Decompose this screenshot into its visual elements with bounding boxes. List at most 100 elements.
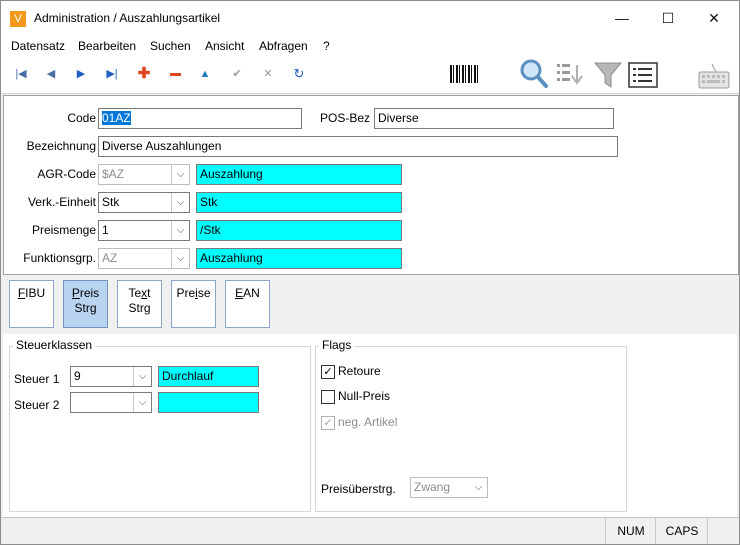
preismenge-label: Preismenge [31, 223, 96, 237]
verk-einheit-select[interactable]: Stk ⌵ [98, 192, 190, 213]
verk-einheit-label: Verk.-Einheit [27, 195, 96, 209]
agr-code-description: Auszahlung [196, 164, 402, 185]
tab-preis-strg-key: P [71, 286, 80, 300]
bezeichnung-label: Bezeichnung [26, 139, 96, 153]
tab-preise-pre: Pre [176, 286, 196, 300]
null-preis-checkbox[interactable] [321, 390, 335, 404]
menu-ansicht[interactable]: Ansicht [205, 39, 244, 53]
chevron-down-icon: ⌵ [133, 367, 151, 386]
tab-preis-strg-label: reis [79, 286, 100, 300]
save-record-icon[interactable]: ✔ [227, 65, 247, 83]
title-bar: V Administration / Auszahlungsartikel — … [1, 1, 739, 35]
agr-code-label: AGR-Code [37, 167, 96, 181]
toolbar: |◀ ◀ ▶ ▶| ✚ ▲ ✔ ✕ ↻ [1, 57, 739, 94]
barcode-icon[interactable] [450, 65, 480, 83]
steuer1-value: 9 [74, 369, 81, 383]
menu-bar: Datensatz Bearbeiten Suchen Ansicht Abfr… [1, 35, 739, 57]
sort-icon[interactable] [555, 61, 589, 89]
close-button[interactable]: ✕ [691, 3, 737, 33]
steuerklassen-title: Steuerklassen [13, 338, 96, 352]
menu-bearbeiten[interactable]: Bearbeiten [78, 39, 136, 53]
tab-text-strg-pre: Te [128, 286, 142, 300]
keyboard-icon[interactable] [698, 63, 730, 89]
steuer1-label: Steuer 1 [14, 372, 60, 386]
tab-ean-label: AN [243, 286, 260, 300]
neg-artikel-label: neg. Artikel [338, 415, 398, 429]
chevron-down-icon: ⌵ [474, 482, 483, 493]
agr-code-select[interactable]: $AZ ⌵ [98, 164, 190, 185]
cancel-record-icon[interactable]: ✕ [258, 65, 278, 83]
tab-text-strg-label: t [147, 286, 151, 300]
list-view-icon[interactable] [628, 62, 658, 88]
caps-lock-indicator: CAPS [655, 518, 708, 544]
num-lock-indicator: NUM [605, 518, 656, 544]
posbez-input[interactable]: Diverse [374, 108, 614, 129]
preisueberstrg-label: Preisüberstrg. [321, 482, 396, 496]
preismenge-value: 1 [102, 223, 109, 237]
retoure-checkbox[interactable]: ✓ [321, 365, 335, 379]
chevron-down-icon: ⌵ [133, 393, 151, 412]
menu-datensatz[interactable]: Datensatz [11, 39, 65, 53]
tab-preis-strg-line2: Strg [74, 301, 97, 315]
tab-text-strg[interactable]: Text Strg [117, 280, 162, 328]
first-record-icon[interactable]: |◀ [11, 65, 31, 83]
menu-suchen[interactable]: Suchen [150, 39, 191, 53]
search-icon[interactable] [519, 58, 549, 90]
add-record-icon[interactable]: ✚ [134, 65, 154, 83]
tab-ean-key: E [235, 286, 244, 300]
code-label: Code [67, 111, 96, 125]
chevron-down-icon: ⌵ [171, 221, 189, 240]
verk-einheit-description: Stk [196, 192, 402, 213]
verk-einheit-value: Stk [102, 195, 120, 209]
article-form: Code 01AZ POS-Bez Diverse Bezeichnung Di… [3, 95, 739, 275]
null-preis-label: Null-Preis [338, 389, 391, 403]
funktionsgrp-select[interactable]: AZ ⌵ [98, 248, 190, 269]
tab-fibu[interactable]: FIBU [9, 280, 54, 328]
agr-code-value: $AZ [102, 167, 125, 181]
steuer2-description [158, 392, 259, 413]
minimize-button[interactable]: — [599, 3, 645, 33]
next-record-icon[interactable]: ▶ [71, 65, 91, 83]
tab-preis-strg[interactable]: Preis Strg [63, 280, 108, 328]
status-empty-pane [707, 518, 739, 544]
chevron-down-icon: ⌵ [171, 249, 189, 268]
preisueberstrg-select[interactable]: Zwang ⌵ [410, 477, 488, 498]
application-window: V Administration / Auszahlungsartikel — … [0, 0, 740, 545]
chevron-down-icon: ⌵ [171, 193, 189, 212]
funktionsgrp-value: AZ [102, 251, 118, 265]
menu-abfragen[interactable]: Abfragen [259, 39, 308, 53]
funktionsgrp-description: Auszahlung [196, 248, 402, 269]
maximize-button[interactable]: ☐ [645, 3, 691, 33]
delete-record-icon[interactable] [165, 65, 185, 83]
chevron-down-icon: ⌵ [171, 165, 189, 184]
neg-artikel-checkbox[interactable]: ✓ [321, 416, 335, 430]
filter-icon[interactable] [593, 61, 623, 89]
posbez-label: POS-Bez [319, 111, 370, 125]
steuer2-label: Steuer 2 [14, 398, 60, 412]
refresh-icon[interactable]: ↻ [289, 65, 309, 83]
tab-text-strg-line2: Strg [128, 301, 151, 315]
status-bar: NUM CAPS [1, 517, 739, 544]
previous-record-icon[interactable]: ◀ [41, 65, 61, 83]
steuer2-select[interactable]: ⌵ [70, 392, 152, 413]
preis-strg-panel: Steuerklassen Steuer 1 9 ⌵ Durchlauf Ste… [3, 334, 737, 517]
funktionsgrp-label: Funktionsgrp. [23, 251, 96, 265]
retoure-label: Retoure [338, 364, 381, 378]
last-record-icon[interactable]: ▶| [102, 65, 122, 83]
code-input[interactable]: 01AZ [98, 108, 302, 129]
steuer1-description: Durchlauf [158, 366, 259, 387]
tab-fibu-label: IBU [25, 286, 46, 300]
preisueberstrg-value: Zwang [414, 480, 451, 494]
flags-title: Flags [319, 338, 355, 352]
edit-record-icon[interactable]: ▲ [195, 65, 215, 83]
bezeichnung-input[interactable]: Diverse Auszahlungen [98, 136, 618, 157]
preismenge-description: /Stk [196, 220, 402, 241]
tab-preise[interactable]: Preise [171, 280, 216, 328]
window-title: Administration / Auszahlungsartikel [34, 11, 221, 25]
tab-ean[interactable]: EAN [225, 280, 270, 328]
app-icon: V [10, 11, 26, 27]
menu-help[interactable]: ? [323, 39, 330, 53]
code-value: 01AZ [102, 111, 131, 125]
preismenge-select[interactable]: 1 ⌵ [98, 220, 190, 241]
steuer1-select[interactable]: 9 ⌵ [70, 366, 152, 387]
